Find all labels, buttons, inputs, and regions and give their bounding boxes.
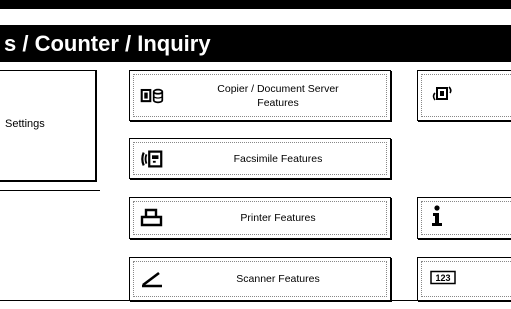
facsimile-icon <box>140 148 164 170</box>
counter-button[interactable] <box>417 70 511 121</box>
copier-features-button[interactable]: Copier / Document Server Features <box>129 70 391 121</box>
facsimile-features-label: Facsimile Features <box>233 152 323 165</box>
copier-features-label: Copier / Document Server Features <box>174 71 382 120</box>
scanner-features-button[interactable]: Scanner Features <box>129 257 391 301</box>
counter-123-button[interactable]: 123 <box>417 257 511 301</box>
settings-label: Settings <box>5 118 45 130</box>
bottom-line <box>0 300 511 301</box>
page-title: s / Counter / Inquiry <box>0 25 511 62</box>
copier-icon <box>140 85 164 107</box>
printer-icon <box>140 207 164 229</box>
settings-panel[interactable]: Settings <box>0 70 97 182</box>
scanner-icon <box>140 268 164 290</box>
printer-features-label: Printer Features <box>240 212 316 224</box>
123-icon: 123 <box>430 270 456 289</box>
123-text: 123 <box>435 273 450 283</box>
copier-label-line2: Features <box>257 96 299 109</box>
printer-features-button[interactable]: Printer Features <box>129 197 391 239</box>
facsimile-features-button[interactable]: Facsimile Features <box>129 138 391 179</box>
counter-icon <box>430 84 456 108</box>
left-divider <box>0 190 100 191</box>
copier-label-line1: Copier / Document Server <box>217 82 339 95</box>
top-bar <box>0 0 511 9</box>
inquiry-button[interactable] <box>417 197 511 239</box>
info-icon <box>430 205 444 231</box>
scanner-features-label: Scanner Features <box>236 273 320 285</box>
